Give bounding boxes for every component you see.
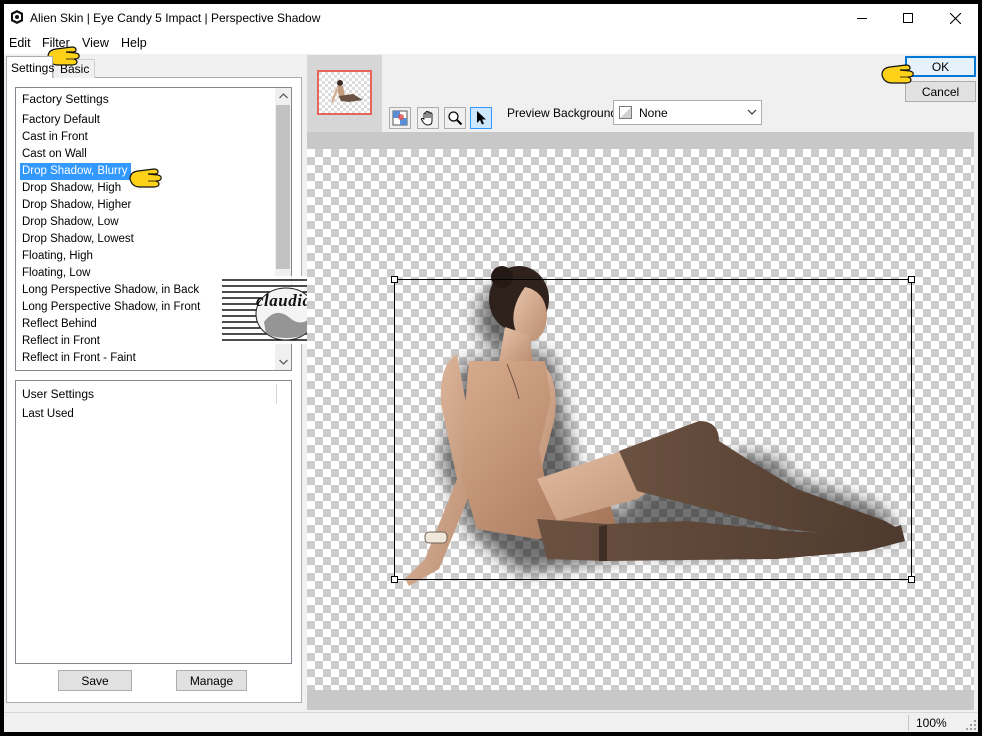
resize-handle-top-left[interactable] — [391, 276, 398, 283]
preview-canvas[interactable] — [307, 149, 974, 690]
resize-handle-bottom-right[interactable] — [908, 576, 915, 583]
menu-help[interactable]: Help — [121, 36, 147, 50]
close-icon — [949, 12, 961, 24]
preset-item[interactable]: Drop Shadow, Higher — [20, 197, 135, 214]
preset-item[interactable]: Floating, Low — [20, 265, 94, 282]
thumbnail-image — [319, 72, 370, 113]
minimize-icon — [857, 18, 867, 19]
alien-skin-app-icon — [11, 10, 23, 24]
navigator-thumbnail[interactable] — [317, 70, 372, 115]
manage-button[interactable]: Manage — [176, 670, 247, 691]
pointing-hand-icon — [881, 64, 914, 84]
preview-background-value: None — [639, 106, 668, 120]
scrollbar-thumb[interactable] — [276, 105, 290, 269]
resize-handle-top-right[interactable] — [908, 276, 915, 283]
scroll-down-button[interactable] — [275, 354, 291, 370]
watermark-text: claudia — [256, 291, 312, 310]
resize-grip-icon[interactable] — [966, 720, 976, 730]
preview-background-dropdown[interactable]: None — [613, 100, 762, 125]
menu-view[interactable]: View — [82, 36, 109, 50]
title-bar: Alien Skin | Eye Candy 5 Impact | Perspe… — [4, 4, 978, 32]
selection-bounding-box[interactable] — [391, 276, 915, 583]
hand-tool-icon — [420, 111, 433, 126]
pointing-hand-icon — [129, 168, 162, 188]
menu-edit[interactable]: Edit — [9, 36, 31, 50]
menu-bar: Edit Filter View Help — [4, 32, 978, 54]
preset-item[interactable]: Factory Default — [20, 112, 104, 129]
hand-tool[interactable] — [417, 107, 439, 129]
user-settings-header: User Settings — [22, 387, 95, 401]
window-title: Alien Skin | Eye Candy 5 Impact | Perspe… — [30, 11, 321, 25]
preview-background-label: Preview Background: — [507, 106, 621, 120]
tab-settings[interactable]: Settings — [6, 56, 55, 78]
user-settings-list[interactable]: User Settings Last Used — [15, 380, 292, 664]
status-bar: 100% — [4, 712, 978, 732]
user-preset-item[interactable]: Last Used — [20, 406, 78, 423]
transparent-swatch-icon — [619, 106, 632, 119]
preset-item[interactable]: Reflect in Front — [20, 333, 104, 350]
maximize-button[interactable] — [885, 4, 931, 32]
minimize-button[interactable] — [839, 4, 885, 32]
preview-background-tool-icon — [392, 110, 408, 126]
preview-background-tool[interactable] — [389, 107, 411, 129]
chevron-down-icon — [278, 359, 288, 365]
preset-item[interactable]: Reflect Behind — [20, 316, 101, 333]
tab-settings-label: Settings — [11, 61, 55, 75]
resize-handle-bottom-left[interactable] — [391, 576, 398, 583]
pointer-tool-icon — [477, 111, 486, 125]
chevron-up-icon — [278, 93, 288, 99]
chevron-down-icon — [747, 109, 757, 115]
preset-item[interactable]: Drop Shadow, Lowest — [20, 231, 138, 248]
zoom-level: 100% — [916, 716, 947, 730]
preset-item[interactable]: Cast in Front — [20, 129, 92, 146]
zoom-tool-icon — [448, 111, 463, 126]
dialog-window: Alien Skin | Eye Candy 5 Impact | Perspe… — [4, 4, 978, 732]
zoom-tool[interactable] — [444, 107, 466, 129]
preset-item[interactable]: Floating, High — [20, 248, 97, 265]
preset-item[interactable]: Cast on Wall — [20, 146, 91, 163]
status-divider — [908, 715, 909, 731]
preset-item[interactable]: Drop Shadow, High — [20, 180, 125, 197]
preset-item[interactable]: Drop Shadow, Low — [20, 214, 123, 231]
preset-item[interactable]: Long Perspective Shadow, in Back — [20, 282, 203, 299]
preset-item-selected[interactable]: Drop Shadow, Blurry — [20, 163, 132, 180]
maximize-icon — [903, 13, 913, 23]
column-divider — [276, 384, 277, 404]
scroll-up-button[interactable] — [275, 88, 291, 104]
preset-item[interactable]: Reflect in Front - Faint — [20, 350, 140, 367]
factory-settings-header: Factory Settings — [22, 92, 109, 106]
save-button[interactable]: Save — [58, 670, 132, 691]
pointer-tool[interactable] — [470, 107, 492, 129]
preset-item[interactable]: Long Perspective Shadow, in Front — [20, 299, 204, 316]
close-button[interactable] — [932, 4, 978, 32]
